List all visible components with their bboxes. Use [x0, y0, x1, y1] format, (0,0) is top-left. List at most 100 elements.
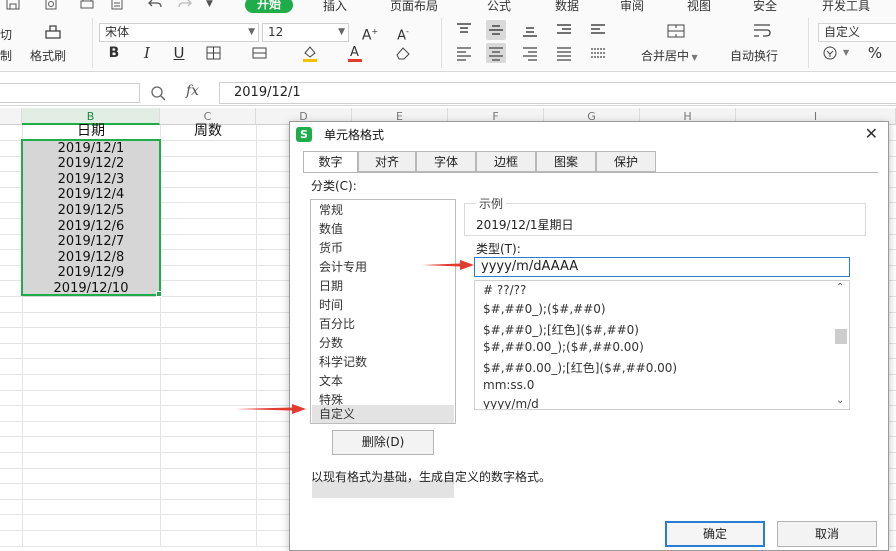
category-item[interactable]: 常规	[312, 201, 454, 219]
tab-pattern[interactable]: 图案	[536, 151, 596, 172]
wrap-text-icon[interactable]	[752, 21, 772, 41]
format-code-item[interactable]: $#,##0_);($#,##0)	[483, 302, 606, 316]
decrease-font-icon[interactable]: A-	[393, 22, 413, 43]
scrollbar[interactable]: ⌃ ⌄	[833, 281, 849, 409]
zoom-search-icon[interactable]	[150, 85, 168, 104]
tab-protection[interactable]: 保护	[596, 151, 656, 172]
percent-button[interactable]: %	[865, 43, 885, 63]
merge-center-label[interactable]: 合并居中 ▼	[641, 47, 698, 64]
format-code-list[interactable]: # ??/?? $#,##0_);($#,##0) $#,##0_);[红色](…	[474, 280, 850, 410]
delete-button[interactable]: 删除(D)	[332, 430, 434, 455]
category-item[interactable]: 分数	[312, 334, 454, 352]
format-code-item[interactable]: yyyy/m/d	[483, 397, 539, 409]
category-list[interactable]: 常规 数值 货币 会计专用 日期 时间 百分比 分数 科学记数 文本 特殊 自定…	[310, 199, 456, 498]
distributed-icon[interactable]	[588, 43, 608, 63]
merge-center-icon[interactable]	[666, 21, 686, 41]
format-code-item[interactable]: # ??/??	[483, 283, 526, 297]
tab-security[interactable]: 安全	[753, 0, 777, 14]
category-item[interactable]: 货币	[312, 239, 454, 257]
number-format-combo[interactable]: 自定义	[818, 23, 896, 42]
font-size-value: 12	[268, 25, 284, 39]
font-size-combo[interactable]: 12 ▼	[262, 23, 349, 42]
tab-formulas[interactable]: 公式	[487, 0, 511, 14]
annotation-arrow	[236, 403, 306, 414]
app-logo-icon: S	[296, 127, 312, 142]
category-item[interactable]: 数值	[312, 220, 454, 238]
tab-view[interactable]: 视图	[687, 0, 711, 14]
indent-increase-icon[interactable]	[588, 20, 608, 40]
copy-button[interactable]: 制	[0, 47, 12, 64]
tab-review[interactable]: 审阅	[620, 0, 644, 14]
tab-border[interactable]: 边框	[476, 151, 536, 172]
justify-icon[interactable]	[554, 43, 574, 63]
category-item[interactable]: 百分比	[312, 315, 454, 333]
border-icon[interactable]	[204, 43, 224, 63]
format-code-item[interactable]: $#,##0.00_);[红色]($#,##0.00)	[483, 359, 677, 376]
chevron-down-icon[interactable]: ⌄	[836, 395, 844, 406]
underline-button[interactable]: U	[169, 43, 189, 63]
category-item-selected[interactable]: 自定义	[312, 405, 454, 423]
align-center-icon[interactable]	[486, 43, 506, 63]
ribbon-divider	[92, 18, 93, 68]
category-item[interactable]: 科学记数	[312, 353, 454, 371]
type-label: 类型(T):	[476, 242, 521, 256]
name-box[interactable]	[0, 83, 140, 103]
corner-header[interactable]	[0, 108, 22, 125]
save-icon[interactable]	[6, 0, 20, 10]
font-name-combo[interactable]: 宋体 ▼	[99, 23, 259, 42]
tab-alignment[interactable]: 对齐	[358, 151, 416, 172]
clipboard-icon[interactable]	[110, 0, 124, 10]
align-bottom-icon[interactable]	[520, 20, 540, 40]
tab-developer[interactable]: 开发工具	[822, 0, 870, 14]
cut-button[interactable]: 切	[0, 26, 12, 43]
scrollbar-thumb[interactable]	[835, 329, 847, 344]
fill-handle[interactable]	[156, 291, 162, 297]
print-preview-icon[interactable]	[44, 0, 58, 10]
wrap-text-label[interactable]: 自动换行	[730, 47, 778, 64]
format-code-item[interactable]: $#,##0.00_);($#,##0.00)	[483, 340, 644, 354]
tab-page-layout[interactable]: 页面布局	[390, 0, 438, 14]
tab-home[interactable]: 开始	[245, 0, 294, 13]
bold-button[interactable]: B	[104, 43, 124, 63]
italic-button[interactable]: I	[137, 43, 157, 63]
number-format-value: 自定义	[824, 25, 861, 39]
category-item[interactable]: 文本	[312, 372, 454, 390]
currency-icon[interactable]	[822, 43, 842, 63]
clear-format-icon[interactable]	[393, 43, 413, 63]
print-icon[interactable]	[80, 0, 94, 10]
formula-input[interactable]: 2019/12/1	[219, 82, 896, 104]
format-code-item[interactable]: $#,##0_);[红色]($#,##0)	[483, 321, 639, 338]
ok-button[interactable]: 确定	[665, 521, 765, 547]
cancel-button[interactable]: 取消	[777, 521, 877, 547]
format-code-item[interactable]: mm:ss.0	[483, 378, 534, 392]
dropdown-icon[interactable]: ▼	[206, 0, 220, 10]
increase-font-icon[interactable]: A+	[360, 22, 380, 44]
align-top-icon[interactable]	[454, 20, 474, 40]
close-icon[interactable]: ✕	[865, 124, 878, 143]
format-painter-icon[interactable]	[43, 22, 63, 42]
format-painter-label[interactable]: 格式刷	[30, 47, 66, 64]
tab-font[interactable]: 字体	[416, 151, 476, 172]
tab-data[interactable]: 数据	[555, 0, 579, 14]
fx-icon[interactable]: fx	[186, 83, 199, 99]
align-middle-icon[interactable]	[486, 20, 506, 40]
tab-insert[interactable]: 插入	[323, 0, 347, 14]
align-left-icon[interactable]	[454, 43, 474, 63]
tab-number[interactable]: 数字	[303, 151, 358, 173]
font-color-icon[interactable]: A	[345, 43, 365, 63]
undo-icon[interactable]	[148, 0, 162, 10]
cell-c1[interactable]: 周数	[160, 124, 256, 140]
align-right-icon[interactable]	[520, 43, 540, 63]
chevron-down-icon[interactable]: ▼	[843, 48, 849, 57]
annotation-arrow	[422, 259, 474, 270]
type-input[interactable]: yyyy/m/dAAAA	[474, 257, 850, 277]
fill-pattern-icon[interactable]	[250, 43, 270, 63]
redo-icon[interactable]	[178, 0, 192, 10]
fill-color-icon[interactable]	[300, 43, 320, 63]
category-item[interactable]: 日期	[312, 277, 454, 295]
cell-b1[interactable]: 日期	[22, 124, 160, 140]
category-item[interactable]: 时间	[312, 296, 454, 314]
sample-value: 2019/12/1星期日	[476, 218, 574, 232]
indent-decrease-icon[interactable]	[554, 20, 574, 40]
chevron-up-icon[interactable]: ⌃	[836, 282, 844, 293]
